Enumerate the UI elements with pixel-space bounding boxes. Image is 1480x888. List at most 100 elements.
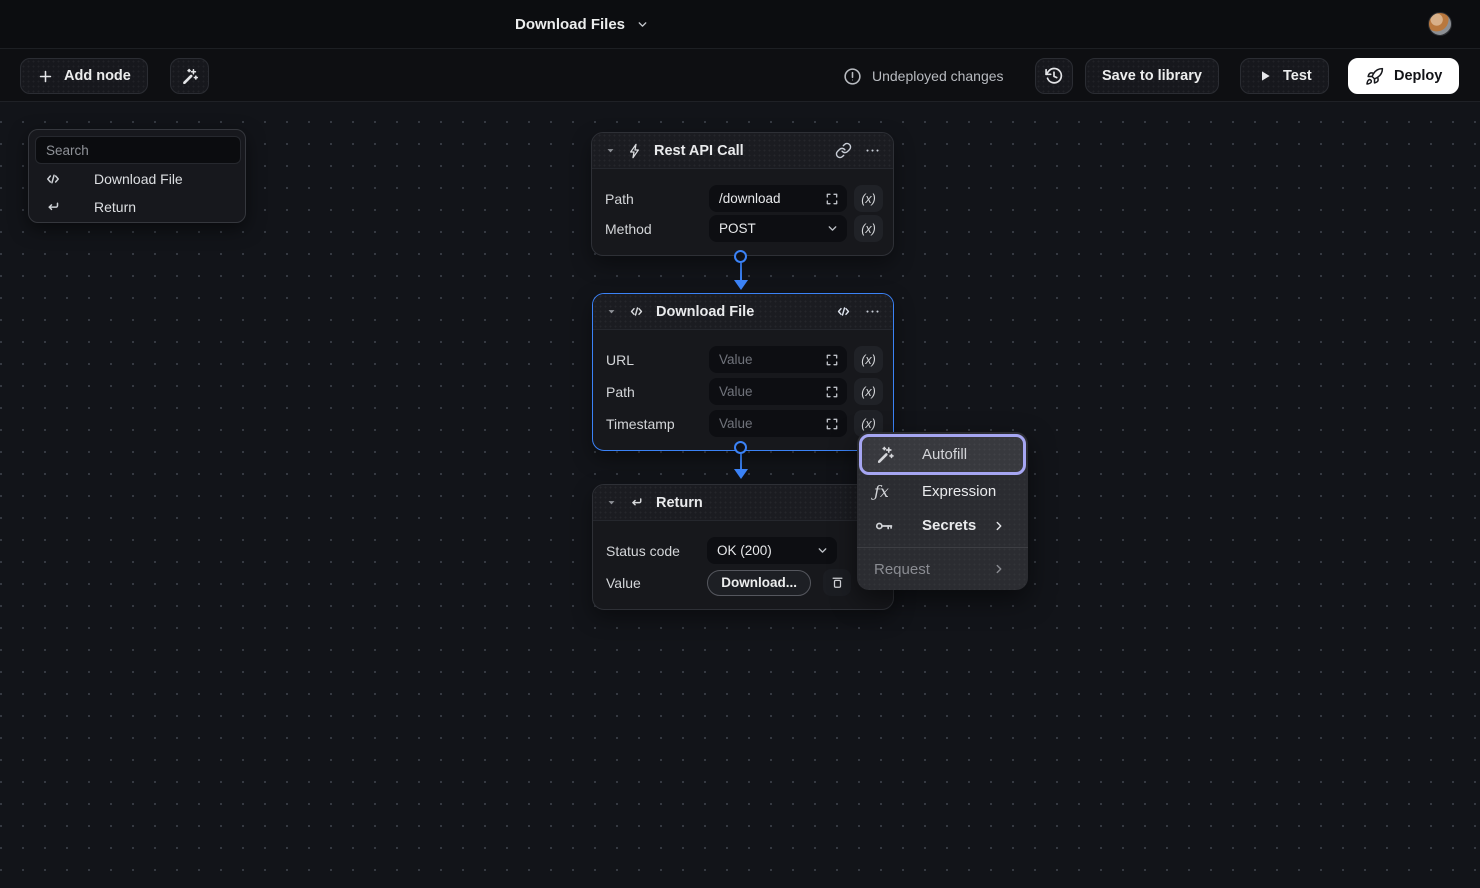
timestamp-input-value[interactable] [719, 416, 825, 431]
code-icon [628, 303, 645, 320]
toolbar: Add node Undeployed changes Save to libr… [0, 48, 1480, 102]
field-row-timestamp: Timestamp (x) [606, 410, 883, 437]
field-row-method: Method POST (x) [605, 215, 883, 242]
value-context-menu: Autofill ƒx Expression Secrets Request [857, 432, 1028, 590]
collapse-chevron-icon[interactable] [605, 145, 616, 156]
test-label: Test [1283, 68, 1312, 84]
test-button[interactable]: Test [1240, 58, 1329, 94]
expand-icon[interactable] [825, 353, 839, 367]
node-header: Download File [593, 294, 893, 330]
chevron-down-icon [816, 544, 829, 557]
url-input[interactable] [709, 346, 847, 373]
menu-item-label: Request [874, 561, 930, 578]
field-row-value: Value Download... [606, 569, 883, 596]
workflow-title-menu[interactable]: Download Files [515, 0, 649, 48]
trash-icon [830, 575, 845, 590]
path-input[interactable] [709, 185, 847, 212]
variable-button[interactable]: (x) [854, 185, 883, 212]
palette-item-download-file[interactable]: Download File [35, 165, 239, 192]
expand-icon[interactable] [825, 385, 839, 399]
node-header: Rest API Call [592, 133, 893, 169]
field-row-path: Path (x) [606, 378, 883, 405]
plus-icon [37, 68, 54, 85]
history-icon [1044, 66, 1064, 86]
path-input-value[interactable] [719, 191, 825, 206]
avatar[interactable] [1428, 12, 1452, 36]
expand-icon[interactable] [825, 192, 839, 206]
node-title: Rest API Call [654, 143, 744, 159]
lightning-icon [627, 143, 643, 159]
edge-connector [740, 263, 742, 281]
save-to-library-button[interactable]: Save to library [1085, 58, 1219, 94]
path-input[interactable] [709, 378, 847, 405]
add-node-label: Add node [64, 68, 131, 84]
field-label: Method [605, 221, 652, 237]
field-label: Path [605, 191, 634, 207]
palette-item-label: Download File [94, 171, 183, 187]
status-code-select-value: OK (200) [717, 543, 772, 558]
expand-icon[interactable] [825, 417, 839, 431]
url-input-value[interactable] [719, 352, 825, 367]
code-icon [44, 170, 64, 188]
collapse-chevron-icon[interactable] [606, 497, 617, 508]
deploy-button[interactable]: Deploy [1348, 58, 1459, 94]
field-row-status-code: Status code OK (200) [606, 537, 883, 564]
palette-item-label: Return [94, 199, 136, 215]
add-node-button[interactable]: Add node [20, 58, 148, 94]
field-label: Timestamp [606, 416, 675, 432]
top-bar: Download Files [0, 0, 1480, 48]
fx-icon: ƒx [874, 484, 895, 500]
output-port[interactable] [734, 250, 747, 263]
code-icon[interactable] [835, 303, 852, 320]
field-label: Status code [606, 543, 680, 559]
rocket-icon [1365, 67, 1384, 86]
node-title: Download File [656, 304, 754, 320]
field-row-url: URL (x) [606, 346, 883, 373]
collapse-chevron-icon[interactable] [606, 306, 617, 317]
method-select-value: POST [719, 221, 756, 236]
menu-item-autofill[interactable]: Autofill [859, 434, 1026, 475]
edge-arrowhead-icon [734, 280, 748, 290]
ellipsis-icon[interactable] [865, 143, 880, 158]
menu-item-request[interactable]: Request [857, 548, 1028, 590]
chevron-right-icon [992, 562, 1013, 576]
field-label: Path [606, 384, 635, 400]
menu-item-label: Expression [922, 483, 996, 500]
chevron-down-icon [636, 18, 649, 31]
value-reference-chip[interactable]: Download... [707, 570, 811, 596]
return-icon [628, 494, 645, 511]
variable-button[interactable]: (x) [854, 346, 883, 373]
return-icon [44, 198, 64, 216]
deploy-label: Deploy [1394, 68, 1442, 84]
method-select[interactable]: POST [709, 215, 847, 242]
menu-item-label: Secrets [922, 517, 976, 534]
menu-item-expression[interactable]: ƒx Expression [857, 475, 1028, 508]
delete-value-button[interactable] [823, 569, 851, 596]
palette-search-input[interactable] [35, 136, 241, 164]
undeployed-changes-label: Undeployed changes [872, 68, 1004, 84]
workflow-canvas[interactable]: Download File Return Rest API Call [0, 102, 1480, 888]
variable-button[interactable]: (x) [854, 215, 883, 242]
version-history-button[interactable] [1035, 58, 1073, 94]
link-icon[interactable] [835, 142, 852, 159]
status-code-select[interactable]: OK (200) [707, 537, 837, 564]
ai-wand-button[interactable] [170, 58, 209, 94]
output-port[interactable] [734, 441, 747, 454]
node-rest-api-call[interactable]: Rest API Call Path [591, 132, 894, 256]
palette-item-return[interactable]: Return [35, 193, 239, 220]
node-return[interactable]: Return Status code OK (200) Value Downlo… [592, 484, 894, 610]
path-input-value[interactable] [719, 384, 825, 399]
edge-connector [740, 454, 742, 469]
save-to-library-label: Save to library [1102, 68, 1202, 84]
menu-item-secrets[interactable]: Secrets [857, 508, 1028, 543]
variable-button[interactable]: (x) [854, 378, 883, 405]
key-icon [874, 516, 895, 536]
node-download-file[interactable]: Download File URL [592, 293, 894, 451]
node-palette: Download File Return [28, 129, 246, 223]
timestamp-input[interactable] [709, 410, 847, 437]
ellipsis-icon[interactable] [865, 304, 880, 319]
node-title: Return [656, 495, 703, 511]
chevron-right-icon [992, 519, 1013, 533]
workflow-title: Download Files [515, 16, 625, 33]
edge-arrowhead-icon [734, 469, 748, 479]
